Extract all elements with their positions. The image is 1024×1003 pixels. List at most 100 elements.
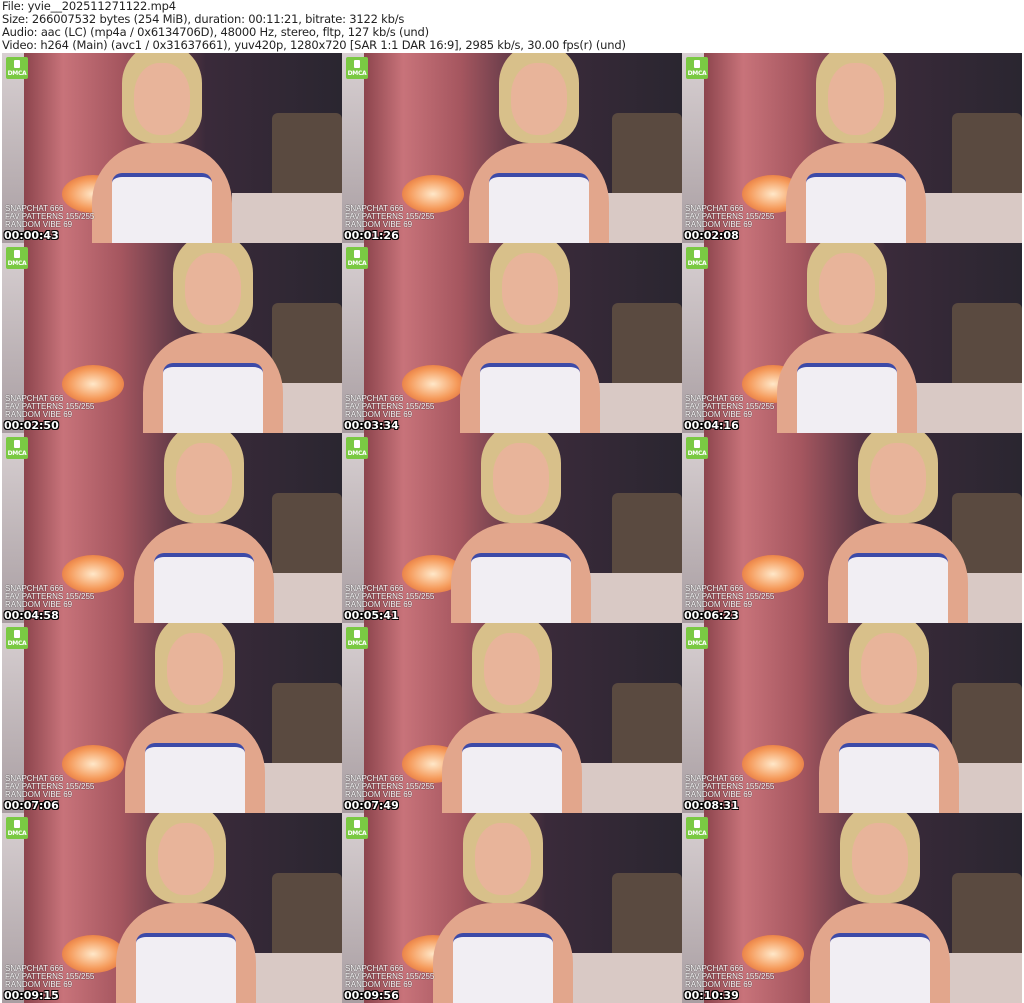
file-info-header: File: yvie__202511271122.mp4 Size: 26600… xyxy=(2,0,626,52)
stream-overlay-text: SNAPCHAT 666 FAV PATTERNS 155/255 RANDOM… xyxy=(685,205,774,229)
overlay-line: RANDOM VIBE 69 xyxy=(685,600,753,609)
lock-icon xyxy=(694,250,700,258)
overlay-line: RANDOM VIBE 69 xyxy=(5,410,73,419)
overlay-line: RANDOM VIBE 69 xyxy=(5,220,73,229)
overlay-line: RANDOM VIBE 69 xyxy=(5,600,73,609)
pillow xyxy=(612,683,682,773)
stream-overlay-text: SNAPCHAT 666 FAV PATTERNS 155/255 RANDOM… xyxy=(345,395,434,419)
video-frame-thumbnail: DMCA SNAPCHAT 666 FAV PATTERNS 155/255 R… xyxy=(2,243,342,433)
video-frame-thumbnail: DMCA SNAPCHAT 666 FAV PATTERNS 155/255 R… xyxy=(342,433,682,623)
dmca-badge: DMCA xyxy=(346,437,368,459)
pillow xyxy=(612,493,682,583)
person xyxy=(459,53,619,243)
overlay-line: RANDOM VIBE 69 xyxy=(685,220,753,229)
stream-overlay-text: SNAPCHAT 666 FAV PATTERNS 155/255 RANDOM… xyxy=(685,775,774,799)
dmca-badge: DMCA xyxy=(686,57,708,79)
pillow xyxy=(952,113,1022,203)
frame-timestamp: 00:09:15 xyxy=(4,989,59,1002)
lock-icon xyxy=(354,440,360,448)
dmca-badge: DMCA xyxy=(6,627,28,649)
dmca-badge-label: DMCA xyxy=(687,450,707,457)
dmca-badge-label: DMCA xyxy=(7,70,27,77)
dmca-badge-label: DMCA xyxy=(7,260,27,267)
frame-timestamp: 00:02:50 xyxy=(4,419,59,432)
dmca-badge-label: DMCA xyxy=(687,70,707,77)
dmca-badge: DMCA xyxy=(6,247,28,269)
dmca-badge: DMCA xyxy=(346,817,368,839)
frame-timestamp: 00:04:16 xyxy=(684,419,739,432)
person xyxy=(82,53,242,243)
frame-timestamp: 00:05:41 xyxy=(344,609,399,622)
stream-overlay-text: SNAPCHAT 666 FAV PATTERNS 155/255 RANDOM… xyxy=(5,205,94,229)
lock-icon xyxy=(14,440,20,448)
video-frame-thumbnail: DMCA SNAPCHAT 666 FAV PATTERNS 155/255 R… xyxy=(2,623,342,813)
person xyxy=(818,433,978,623)
dmca-badge: DMCA xyxy=(346,57,368,79)
person xyxy=(800,813,960,1003)
dmca-badge: DMCA xyxy=(6,57,28,79)
dmca-badge-label: DMCA xyxy=(687,830,707,837)
lock-icon xyxy=(354,250,360,258)
lock-icon xyxy=(694,820,700,828)
lock-icon xyxy=(354,820,360,828)
frame-timestamp: 00:00:43 xyxy=(4,229,59,242)
stream-overlay-text: SNAPCHAT 666 FAV PATTERNS 155/255 RANDOM… xyxy=(685,585,774,609)
lock-icon xyxy=(14,60,20,68)
thumbnail-grid: DMCA SNAPCHAT 666 FAV PATTERNS 155/255 R… xyxy=(2,53,1022,1003)
person xyxy=(124,433,284,623)
overlay-line: RANDOM VIBE 69 xyxy=(5,980,73,989)
pillow xyxy=(272,683,342,773)
dmca-badge: DMCA xyxy=(346,247,368,269)
frame-timestamp: 00:06:23 xyxy=(684,609,739,622)
dmca-badge: DMCA xyxy=(686,817,708,839)
video-frame-thumbnail: DMCA SNAPCHAT 666 FAV PATTERNS 155/255 R… xyxy=(342,53,682,243)
pillow xyxy=(612,113,682,203)
dmca-badge-label: DMCA xyxy=(347,260,367,267)
lock-icon xyxy=(14,250,20,258)
lock-icon xyxy=(694,440,700,448)
dmca-badge-label: DMCA xyxy=(7,450,27,457)
person xyxy=(423,813,583,1003)
lock-icon xyxy=(14,630,20,638)
person xyxy=(450,243,610,433)
bed xyxy=(232,193,342,243)
stream-overlay-text: SNAPCHAT 666 FAV PATTERNS 155/255 RANDOM… xyxy=(345,775,434,799)
dmca-badge-label: DMCA xyxy=(347,640,367,647)
overlay-line: RANDOM VIBE 69 xyxy=(685,410,753,419)
pillow xyxy=(952,303,1022,393)
frame-timestamp: 00:07:06 xyxy=(4,799,59,812)
lock-icon xyxy=(354,60,360,68)
dmca-badge-label: DMCA xyxy=(7,830,27,837)
frame-timestamp: 00:07:49 xyxy=(344,799,399,812)
bed xyxy=(912,383,1022,433)
dmca-badge: DMCA xyxy=(686,437,708,459)
dmca-badge-label: DMCA xyxy=(347,830,367,837)
person xyxy=(809,623,969,813)
pillow xyxy=(612,303,682,393)
overlay-line: RANDOM VIBE 69 xyxy=(345,600,413,609)
dmca-badge: DMCA xyxy=(6,817,28,839)
dmca-badge: DMCA xyxy=(686,247,708,269)
overlay-line: RANDOM VIBE 69 xyxy=(345,980,413,989)
frame-timestamp: 00:08:31 xyxy=(684,799,739,812)
stream-overlay-text: SNAPCHAT 666 FAV PATTERNS 155/255 RANDOM… xyxy=(685,965,774,989)
video-frame-thumbnail: DMCA SNAPCHAT 666 FAV PATTERNS 155/255 R… xyxy=(2,433,342,623)
person xyxy=(106,813,266,1003)
frame-timestamp: 00:09:56 xyxy=(344,989,399,1002)
video-frame-thumbnail: DMCA SNAPCHAT 666 FAV PATTERNS 155/255 R… xyxy=(682,813,1022,1003)
lock-icon xyxy=(694,60,700,68)
dmca-badge: DMCA xyxy=(686,627,708,649)
dmca-badge-label: DMCA xyxy=(347,70,367,77)
dmca-badge: DMCA xyxy=(6,437,28,459)
video-frame-thumbnail: DMCA SNAPCHAT 666 FAV PATTERNS 155/255 R… xyxy=(682,623,1022,813)
video-info: Video: h264 (Main) (avc1 / 0x31637661), … xyxy=(2,38,626,52)
stream-overlay-text: SNAPCHAT 666 FAV PATTERNS 155/255 RANDOM… xyxy=(5,395,94,419)
stream-overlay-text: SNAPCHAT 666 FAV PATTERNS 155/255 RANDOM… xyxy=(345,205,434,229)
pillow xyxy=(952,873,1022,963)
frame-timestamp: 00:10:39 xyxy=(684,989,739,1002)
video-frame-thumbnail: DMCA SNAPCHAT 666 FAV PATTERNS 155/255 R… xyxy=(2,53,342,243)
video-frame-thumbnail: DMCA SNAPCHAT 666 FAV PATTERNS 155/255 R… xyxy=(2,813,342,1003)
overlay-line: RANDOM VIBE 69 xyxy=(345,410,413,419)
person xyxy=(115,623,275,813)
stream-overlay-text: SNAPCHAT 666 FAV PATTERNS 155/255 RANDOM… xyxy=(345,965,434,989)
